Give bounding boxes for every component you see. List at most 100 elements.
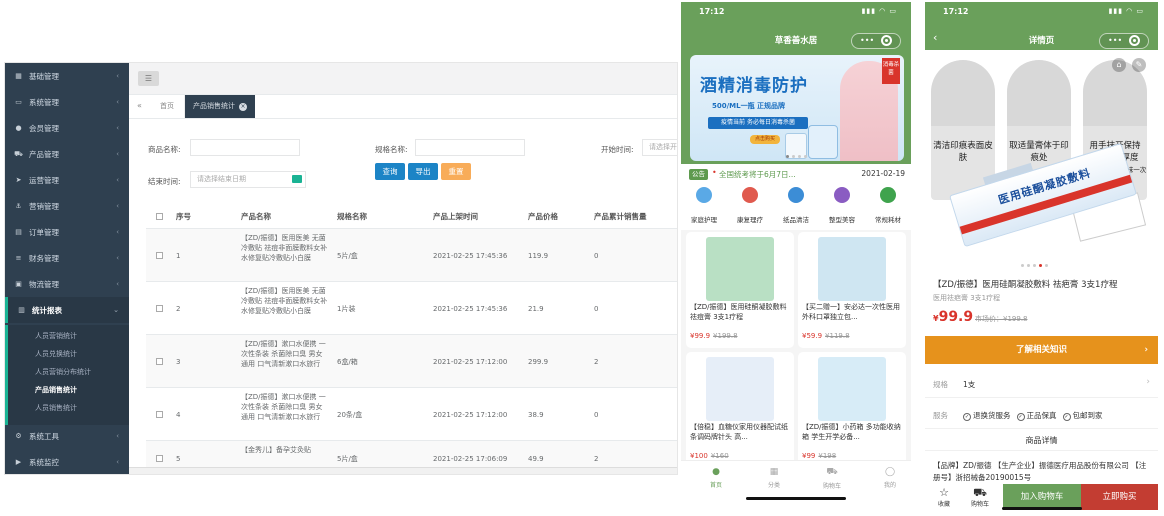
product-card[interactable]: 【ZD/振德】医用硅酮凝胶敷料 祛痘膏 3支1疗程 ¥99.9 ¥199.8 xyxy=(686,232,794,348)
product-sales-table: 序号 产品名称 规格名称 产品上架时间 产品价格 产品累计销售量 1 【ZD/振德】医用医美 … xyxy=(146,206,677,474)
sidebar-subitem[interactable]: 人员营销分布统计 xyxy=(35,363,91,381)
menu-toggle-icon[interactable]: ☰ xyxy=(138,71,159,86)
table-row[interactable]: 1 【ZD/振德】医用医美 无菌冷敷贴 祛痘非面膜敷料女补水修复贴冷敷贴小白膜 5片… xyxy=(146,228,677,281)
sidebar-item[interactable]: ▣ 物流管理 ‹ xyxy=(5,271,129,297)
row-checkbox[interactable] xyxy=(156,358,163,365)
home-icon[interactable]: ⌂ xyxy=(1112,58,1126,72)
sidebar-item[interactable]: ▦ 基础管理 ‹ xyxy=(5,63,129,89)
table-cell: 0 xyxy=(594,305,599,313)
sidebar-item[interactable]: ▤ 订单管理 ‹ xyxy=(5,219,129,245)
admin-window: ▦ 基础管理 ‹ ▭ 系统管理 ‹ ● 会员管理 ‹ ⛟ 产品管理 ‹ ➤ 运营管理 ‹ ⚓ 营销管理 ‹ ▤ 订单管… xyxy=(4,62,678,475)
table-cell: 5片/盒 xyxy=(337,455,358,463)
sidebar-item[interactable]: ≡ 财务管理 ‹ xyxy=(5,245,129,271)
table-row[interactable]: 2 【ZD/振德】医用医美 无菌冷敷贴 祛痘非面膜敷料女补水修复贴冷敷贴小白膜 1片… xyxy=(146,281,677,334)
knowledge-button[interactable]: 了解相关知识 › xyxy=(925,336,1158,364)
sidebar-item-label: 系统监控 xyxy=(29,457,59,467)
category-item[interactable]: 常规耗材 xyxy=(865,184,911,230)
export-button[interactable]: 导出 xyxy=(408,163,438,180)
tab-category[interactable]: ▦ 分类 xyxy=(751,467,797,489)
row-checkbox[interactable] xyxy=(156,305,163,312)
sidebar-subitem[interactable]: 人员营销统计 xyxy=(35,327,77,345)
tab-home[interactable]: 首页 xyxy=(150,95,185,118)
column-header: 序号 xyxy=(176,212,191,221)
query-button[interactable]: 查询 xyxy=(375,163,405,180)
banner-buy-button[interactable]: 点击购买 xyxy=(750,135,780,144)
product-card[interactable]: 【倍稳】血糖仪家用仪器配试纸条调码牌针头 高... ¥100 ¥160 xyxy=(686,352,794,468)
sidebar-subitem[interactable]: 产品销售统计 xyxy=(35,381,77,399)
step-text: 清洁印痕表面皮肤 xyxy=(931,140,995,164)
sidebar-item[interactable]: ▶ 系统监控 ‹ xyxy=(5,449,129,474)
sidebar-item[interactable]: ▥ 统计报表 ⌄ xyxy=(5,297,129,323)
end-time-input[interactable]: 请选择结束日期 xyxy=(190,171,306,188)
more-icon[interactable]: ••• xyxy=(1108,36,1122,45)
start-time-input[interactable]: 请选择开 xyxy=(642,139,677,156)
table-row[interactable]: 4 【ZD/振德】漱口水便携 一次性条装 杀菌除口臭 男女通用 口气清新漱口水旅行… xyxy=(146,387,677,440)
sidebar-subitem[interactable]: 人员兑换统计 xyxy=(35,345,77,363)
reset-button[interactable]: 重置 xyxy=(441,163,471,180)
spec-row[interactable]: 规格 1支 › xyxy=(925,368,1158,398)
row-checkbox[interactable] xyxy=(156,411,163,418)
table-cell: 6盒/箱 xyxy=(337,358,358,366)
notice-bar[interactable]: 公告 • 全国统考将于6月7日... 2021-02-19 xyxy=(681,164,911,184)
category-item[interactable]: 纸品清洁 xyxy=(773,184,819,230)
table-cell: 2 xyxy=(176,305,181,313)
calendar-icon[interactable] xyxy=(292,175,302,183)
product-gallery[interactable]: 清洁印痕表面皮肤取适量膏体于印痕处用手抹开保持0.1mm厚度每隔3-4小时涂抹一… xyxy=(925,50,1158,270)
sidebar-item[interactable]: ▭ 系统管理 ‹ xyxy=(5,89,129,115)
table-cell: 2021-02-25 17:45:36 xyxy=(433,252,508,260)
sidebar-item[interactable]: ● 会员管理 ‹ xyxy=(5,115,129,141)
category-icon xyxy=(834,187,850,203)
product-price: ¥99.9 ¥199.8 xyxy=(690,332,738,340)
tab-home[interactable]: ● 首页 xyxy=(693,467,739,489)
row-checkbox[interactable] xyxy=(156,455,163,462)
sidebar-item[interactable]: ➤ 运营管理 ‹ xyxy=(5,167,129,193)
sidebar-item[interactable]: ⛟ 产品管理 ‹ xyxy=(5,141,129,167)
product-card[interactable]: 【ZD/振德】小药箱 多功能收纳箱 学生开学必备... ¥99 ¥198 xyxy=(798,352,906,468)
collect-button[interactable]: ☆ 收藏 xyxy=(929,486,959,508)
table-row[interactable]: 3 【ZD/振德】漱口水便携 一次性条装 杀菌除口臭 男女通用 口气清新漱口水旅行… xyxy=(146,334,677,387)
category-item[interactable]: 康复理疗 xyxy=(727,184,773,230)
tab-cart[interactable]: ⛟ 购物车 xyxy=(809,467,855,490)
promo-banner[interactable]: 酒精消毒防护 500/ML一瓶 正规品牌 疫情当前 务必每日消毒杀菌 消毒杀菌 … xyxy=(690,55,904,161)
sidebar-item-label: 营销管理 xyxy=(29,201,59,211)
sidebar-item[interactable]: ⚓ 营销管理 ‹ xyxy=(5,193,129,219)
row-checkbox[interactable] xyxy=(156,252,163,259)
status-time: 17:12 xyxy=(699,7,725,16)
chevron-left-icon: ‹ xyxy=(116,432,119,440)
close-target-icon[interactable] xyxy=(1129,35,1140,46)
buy-now-button[interactable]: 立即购买 xyxy=(1081,484,1158,510)
sidebar-item[interactable]: ⚙ 系统工具 ‹ xyxy=(5,423,129,449)
chevron-left-icon: ‹ xyxy=(116,202,119,210)
chevron-down-icon: ⌄ xyxy=(113,306,119,314)
tab-scroll-left-icon[interactable]: « xyxy=(137,101,142,110)
home-indicator xyxy=(1002,507,1082,510)
tab-profile[interactable]: ◯ 我的 xyxy=(867,467,911,489)
product-name: 【买二赠一】安必达一次性医用外科口罩独立包... xyxy=(802,303,900,321)
home-icon: ● xyxy=(712,467,720,477)
tab-product-sales[interactable]: 产品销售统计 × xyxy=(185,95,255,118)
close-icon[interactable]: × xyxy=(239,103,247,111)
category-item[interactable]: 整型美容 xyxy=(819,184,865,230)
sidebar-subitem[interactable]: 人员销售统计 xyxy=(35,399,77,417)
price-value: 99.9 xyxy=(938,309,974,325)
category-item[interactable]: 家庭护理 xyxy=(681,184,727,230)
sidebar-item-label: 财务管理 xyxy=(29,253,59,263)
shop-title: 草香善水居 xyxy=(774,36,818,46)
spec-name-input[interactable] xyxy=(415,139,525,156)
service-label: 正品保真 xyxy=(1026,411,1057,420)
cart-button[interactable]: ⛟ 购物车 xyxy=(965,486,995,508)
product-price: ¥59.9 ¥119.8 xyxy=(802,332,850,340)
table-cell: 5 xyxy=(176,455,181,463)
step-main: 取适量膏体于印痕处 xyxy=(1009,141,1069,163)
select-all-checkbox[interactable] xyxy=(156,213,163,220)
product-card[interactable]: 【买二赠一】安必达一次性医用外科口罩独立包... ¥59.9 ¥119.8 xyxy=(798,232,906,348)
service-label: 包邮到家 xyxy=(1072,411,1103,420)
horizontal-scrollbar[interactable] xyxy=(129,467,677,474)
chevron-left-icon: ‹ xyxy=(116,280,119,288)
tab-label: 购物车 xyxy=(822,483,841,490)
product-name-input[interactable] xyxy=(190,139,300,156)
service-label: 退换货服务 xyxy=(973,411,1011,420)
mini-program-capsule[interactable]: ••• xyxy=(1099,33,1149,49)
share-icon[interactable]: ✎ xyxy=(1132,58,1146,72)
detail-heading: 商品详情 xyxy=(925,431,1158,451)
